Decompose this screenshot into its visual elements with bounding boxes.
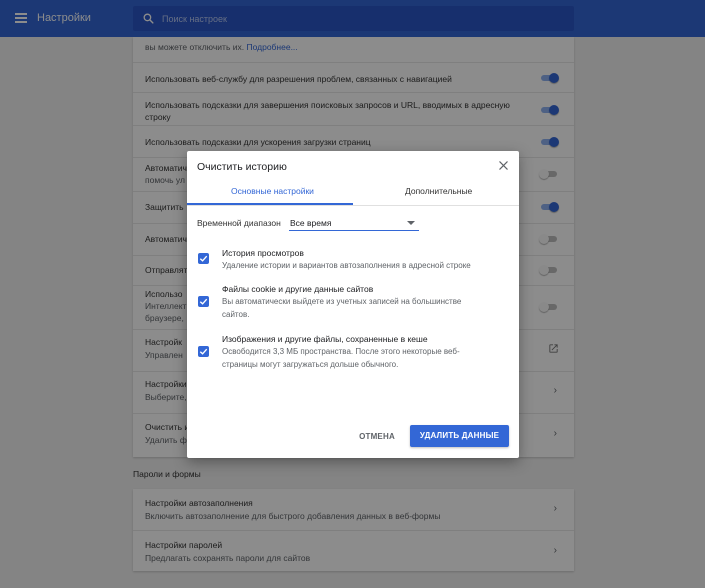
tab-basic-settings[interactable]: Основные настройки [231,186,314,196]
dropdown-caret-icon [407,221,415,225]
checkbox-checked-icon [199,298,208,305]
active-tab-indicator [187,203,353,205]
time-range-select[interactable]: Все время [289,214,419,231]
option-title: Файлы cookie и другие данные сайтов [222,284,374,294]
cancel-button[interactable]: ОТМЕНА [352,427,402,447]
option-desc: Вы автоматически выйдете из учетных запи… [222,297,462,306]
close-icon[interactable] [498,160,509,171]
clear-history-dialog: Очистить историю Основные настройки Допо… [187,151,519,458]
tab-advanced[interactable]: Дополнительные [405,186,472,196]
checkbox-cookies[interactable] [198,296,209,307]
dialog-tabs: Основные настройки Дополнительные [187,177,519,206]
checkbox-browsing-history[interactable] [198,253,209,264]
dialog-title: Очистить историю [197,161,287,173]
option-desc-line2: сайтов. [222,310,250,319]
option-title: Изображения и другие файлы, сохраненные … [222,334,428,344]
checkbox-cached-images[interactable] [198,346,209,357]
time-range-value: Все время [290,218,332,228]
option-title: История просмотров [222,248,304,258]
option-desc: Удаление истории и вариантов автозаполне… [222,261,471,270]
time-range-label: Временной диапазон [197,218,281,228]
option-desc: Освободится 3,3 МБ пространства. После э… [222,347,460,356]
checkbox-checked-icon [199,255,208,262]
checkbox-checked-icon [199,348,208,355]
option-desc-line2: страницы могут загружаться дольше обычно… [222,360,399,369]
delete-data-button[interactable]: УДАЛИТЬ ДАННЫЕ [410,425,509,447]
